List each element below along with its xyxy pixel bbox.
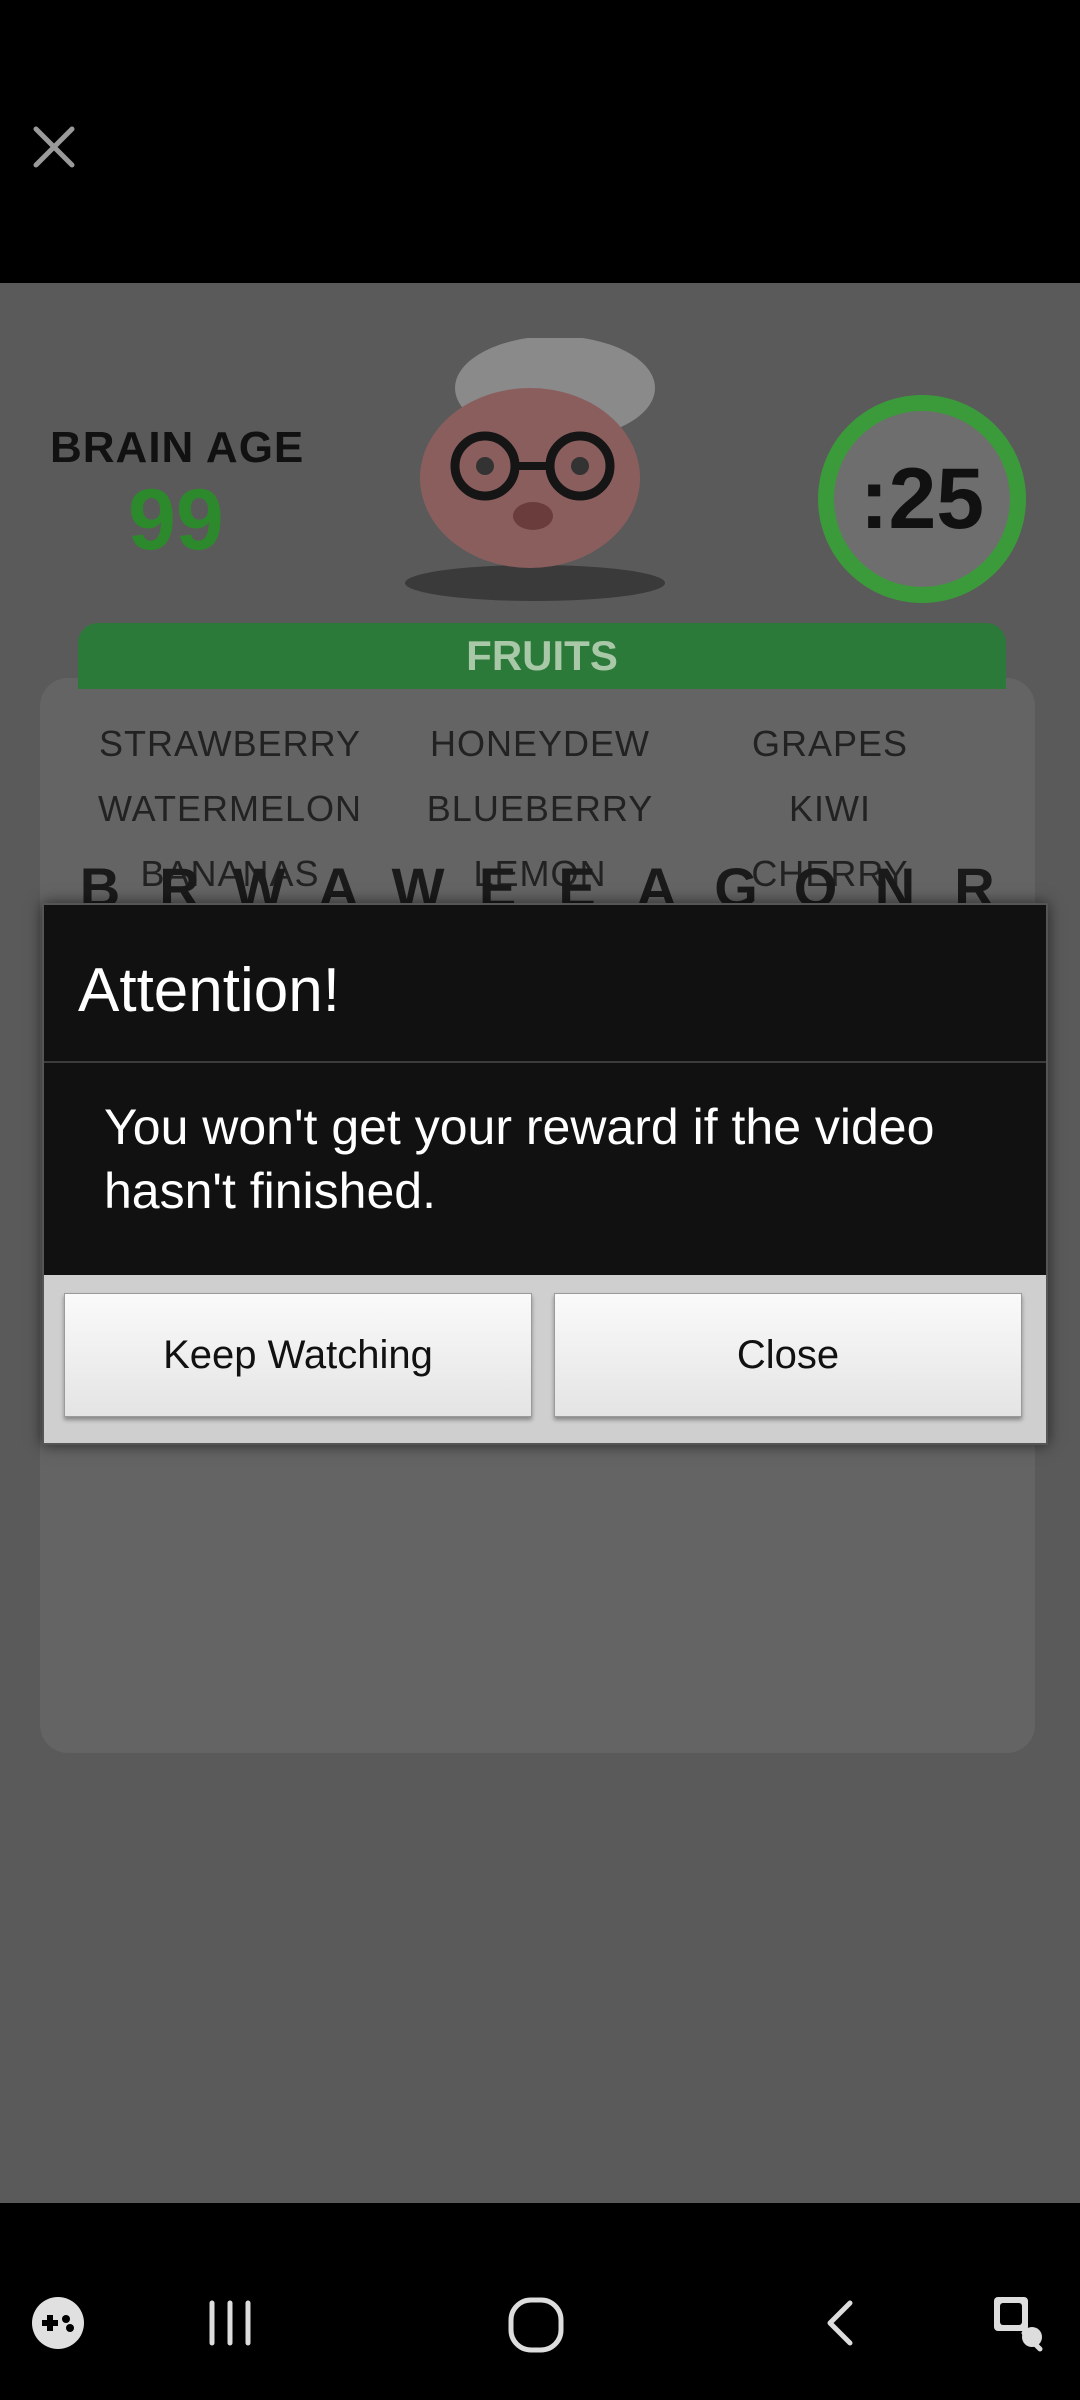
close-icon xyxy=(33,126,75,168)
brain-age-label: BRAIN AGE xyxy=(50,423,305,472)
dialog-divider xyxy=(44,1061,1046,1063)
word-item: STRAWBERRY xyxy=(98,723,362,764)
brain-character-image xyxy=(405,338,665,601)
close-ad-button[interactable] xyxy=(22,115,86,179)
timer-value: :25 xyxy=(834,411,1010,587)
dialog-button-bar: Keep Watching Close xyxy=(44,1275,1046,1443)
keep-watching-button[interactable]: Keep Watching xyxy=(64,1293,532,1417)
home-icon[interactable] xyxy=(506,2295,566,2355)
countdown-timer: :25 xyxy=(818,395,1026,603)
word-item: KIWI xyxy=(789,788,871,829)
word-item: WATERMELON xyxy=(97,788,362,829)
back-icon[interactable] xyxy=(812,2295,868,2351)
word-item: BLUEBERRY xyxy=(426,788,654,829)
dialog-title: Attention! xyxy=(78,956,340,1025)
gamepad-icon[interactable] xyxy=(30,2295,86,2351)
recents-icon[interactable] xyxy=(200,2295,260,2351)
word-item: HONEYDEW xyxy=(429,723,650,764)
brain-age-value: 99 xyxy=(128,472,224,568)
navigation-bar xyxy=(0,2203,1080,2400)
close-button[interactable]: Close xyxy=(554,1293,1022,1417)
category-banner: FRUITS xyxy=(78,623,1006,689)
word-item: GRAPES xyxy=(751,723,909,764)
keyboard-icon[interactable] xyxy=(990,2293,1050,2353)
attention-dialog: Attention! You won't get your reward if … xyxy=(42,903,1048,1445)
dialog-message: You won't get your reward if the video h… xyxy=(104,1099,935,1219)
